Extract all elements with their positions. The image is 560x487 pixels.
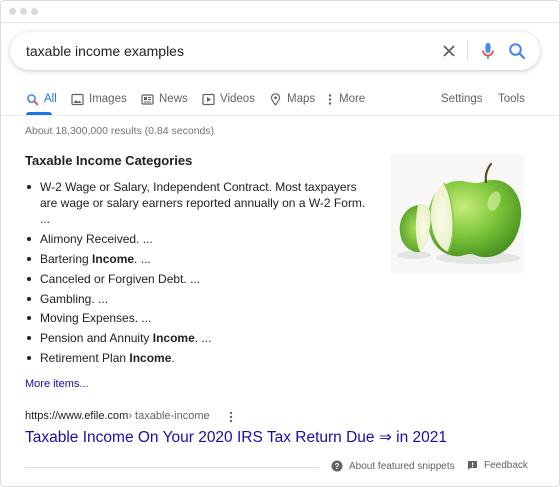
list-item-text: Retirement Plan: [40, 351, 130, 366]
list-item-text: . ...: [134, 251, 151, 266]
featured-snippet-title: Taxable Income Categories: [25, 153, 193, 168]
microphone-icon[interactable]: [477, 40, 499, 62]
green-apple-image[interactable]: [390, 153, 524, 274]
result-url[interactable]: https://www.efile.com › taxable-income: [25, 410, 210, 422]
list-item: Bartering Income. ...: [25, 251, 375, 267]
tools-link[interactable]: Tools: [498, 85, 525, 113]
more-items-link[interactable]: More items...: [25, 378, 89, 390]
list-item-text: Alimony Received. ...: [40, 231, 153, 246]
search-input[interactable]: taxable income examples: [26, 43, 184, 59]
list-item: Retirement Plan Income.: [25, 350, 375, 366]
tab-images[interactable]: Images: [71, 85, 127, 113]
tab-label: Maps: [287, 93, 316, 105]
image-icon: [71, 93, 84, 105]
tab-news[interactable]: News: [141, 85, 188, 113]
list-item: Pension and Annuity Income. ...: [25, 330, 375, 346]
news-icon: [141, 93, 154, 105]
close-icon[interactable]: [439, 41, 459, 61]
feedback-link[interactable]: Feedback: [467, 460, 528, 471]
list-item-text: Canceled or Forgiven Debt. ...: [40, 271, 201, 286]
result-url-domain: https://www.efile.com: [25, 410, 129, 422]
list-item-text: Pension and Annuity: [40, 331, 153, 346]
list-item-text: . ...: [194, 331, 212, 346]
more-vert-icon: [328, 93, 332, 105]
tab-maps[interactable]: Maps: [269, 85, 315, 113]
list-item-bold: Income: [129, 351, 172, 366]
tools-label: Tools: [498, 93, 525, 105]
tab-videos[interactable]: Videos: [202, 85, 255, 113]
window-dot-1[interactable]: [9, 8, 16, 15]
list-item-text: Moving Expenses. ...: [40, 311, 152, 326]
window-dot-3[interactable]: [31, 8, 38, 15]
search-icon[interactable]: [506, 40, 528, 62]
feedback-label: Feedback: [484, 460, 528, 471]
list-item-text: Bartering: [40, 251, 93, 266]
map-pin-icon: [270, 92, 281, 106]
result-url-path: › taxable-income: [128, 410, 210, 422]
help-icon: ?: [331, 460, 343, 472]
list-item: Alimony Received. ...: [25, 231, 375, 247]
title-bar: [1, 1, 559, 23]
tab-label: News: [159, 93, 188, 105]
settings-label: Settings: [441, 93, 483, 105]
list-item-text: .: [171, 351, 175, 366]
about-featured-snippets-label: About featured snippets: [349, 460, 455, 472]
list-item-text: W-2 Wage or Salary, Independent Contract…: [40, 180, 366, 226]
result-title-link[interactable]: Taxable Income On Your 2020 IRS Tax Retu…: [25, 428, 447, 447]
browser-window: taxable income examples All Images News …: [0, 0, 560, 487]
tab-more[interactable]: More: [327, 85, 365, 113]
tab-all[interactable]: All: [26, 85, 57, 113]
list-item: Canceled or Forgiven Debt. ...: [25, 271, 375, 287]
tab-label: All: [44, 93, 57, 105]
search-tabs: All Images News Videos Maps More Setting…: [1, 85, 559, 115]
tab-label: Videos: [220, 93, 255, 105]
list-item-bold: Income: [92, 251, 135, 266]
search-box[interactable]: taxable income examples: [10, 32, 540, 70]
settings-link[interactable]: Settings: [441, 85, 483, 113]
list-item: Moving Expenses. ...: [25, 310, 375, 326]
list-item-text: Gambling. ...: [40, 291, 109, 306]
search-icon: [27, 93, 39, 105]
feedback-icon: [468, 461, 477, 470]
tab-label: Images: [89, 93, 127, 105]
about-featured-snippets-link[interactable]: ? About featured snippets: [331, 460, 455, 472]
window-dot-2[interactable]: [20, 8, 27, 15]
featured-snippet-list: W-2 Wage or Salary, Independent Contract…: [25, 179, 375, 370]
svg-text:?: ?: [335, 462, 340, 471]
list-item-bold: Income: [152, 331, 195, 346]
footer-divider: [25, 467, 319, 468]
list-item: Gambling. ...: [25, 291, 375, 307]
tabs-divider: [1, 115, 559, 116]
tab-label: More: [339, 93, 366, 105]
more-vert-icon[interactable]: [227, 410, 235, 424]
video-icon: [202, 93, 215, 105]
divider: [467, 40, 468, 62]
result-stats: About 18,300,000 results (0.84 seconds): [25, 125, 215, 137]
list-item: W-2 Wage or Salary, Independent Contract…: [25, 179, 375, 227]
